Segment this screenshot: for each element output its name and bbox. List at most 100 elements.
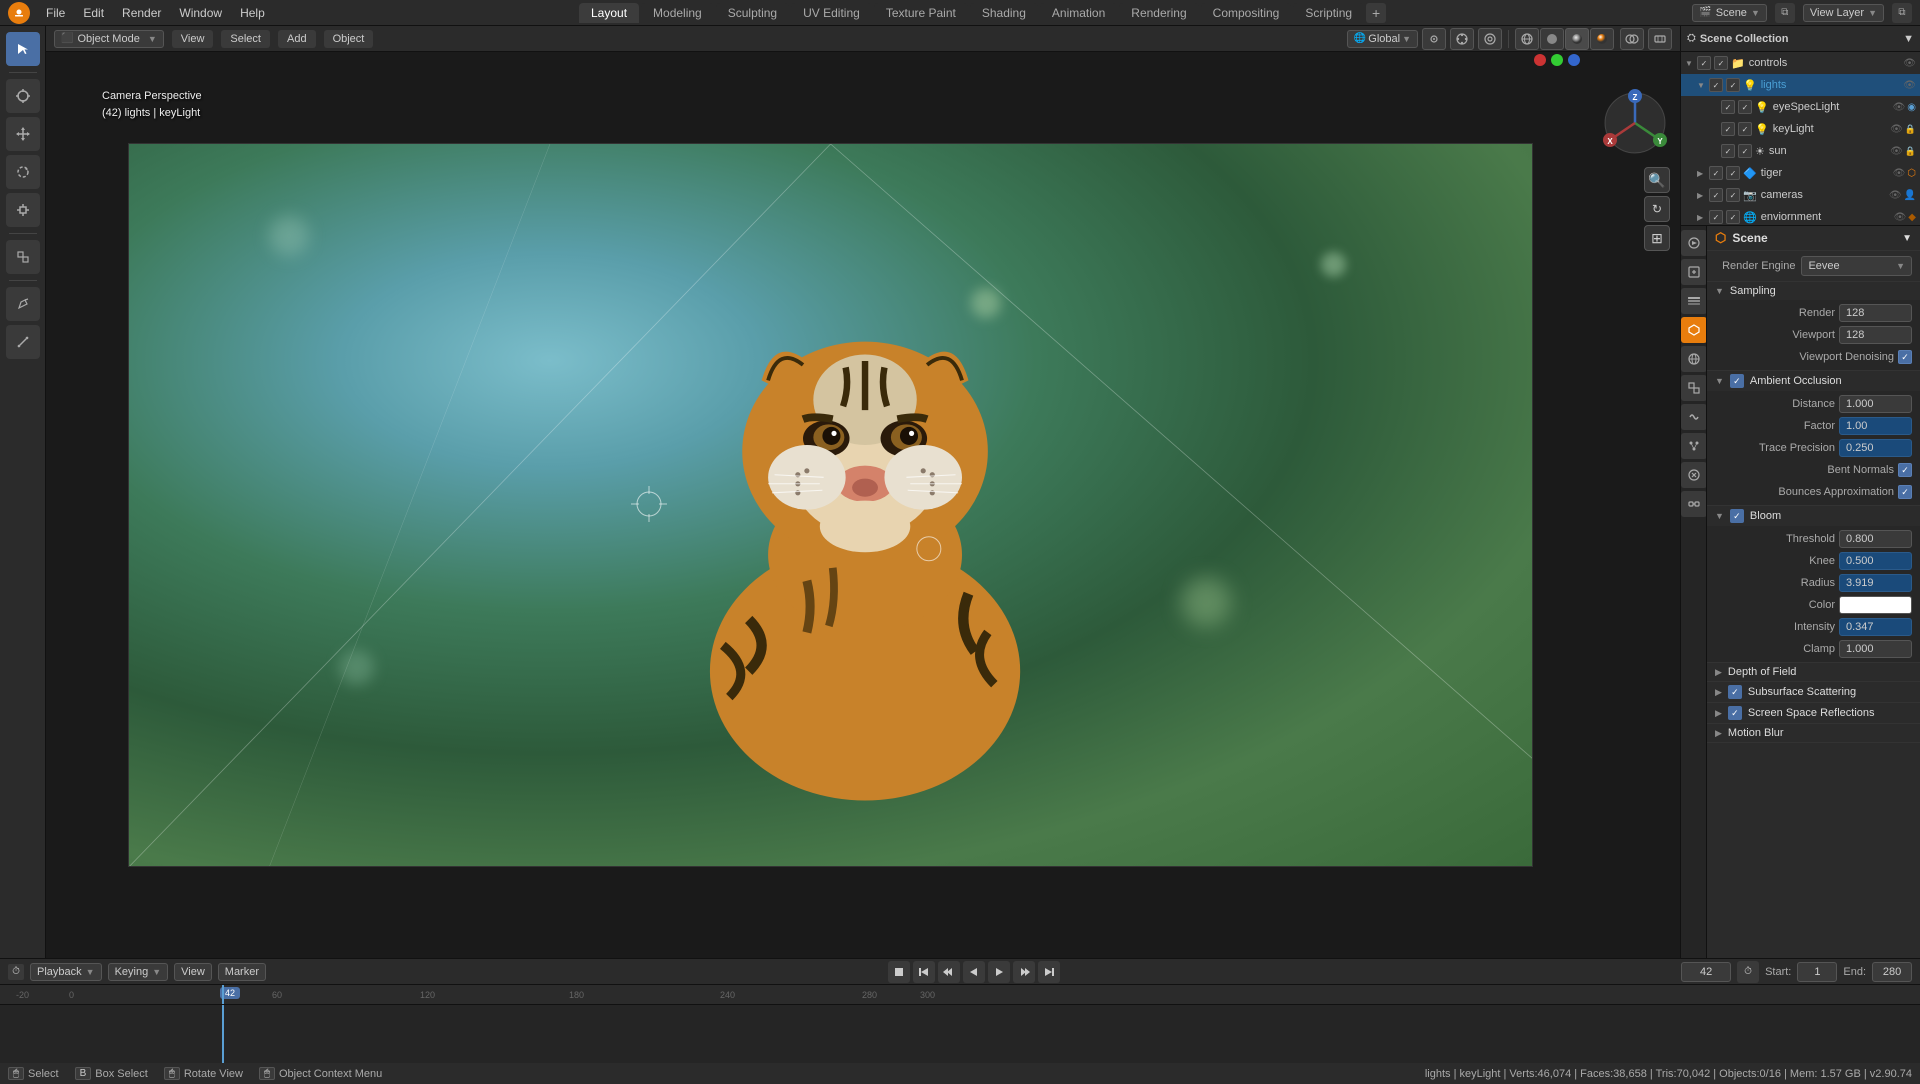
ssr-header[interactable]: ▶ ✓ Screen Space Reflections [1707, 703, 1920, 723]
workspace-tab-uv-editing[interactable]: UV Editing [791, 3, 872, 23]
blender-logo[interactable] [8, 2, 30, 24]
viewport-value-field[interactable]: 128 [1839, 326, 1912, 344]
rendered-shading-btn[interactable] [1590, 28, 1614, 50]
sampling-header[interactable]: ▼ Sampling [1707, 282, 1920, 300]
start-frame-input[interactable]: 1 [1797, 962, 1837, 982]
select-tool[interactable] [6, 32, 40, 66]
solid-shading-btn[interactable] [1540, 28, 1564, 50]
color-swatch[interactable] [1839, 596, 1912, 614]
viewport-view-menu[interactable]: View [172, 30, 214, 48]
nav-gizmo[interactable]: Z Y X [1600, 88, 1670, 158]
props-tab-modifiers[interactable] [1681, 404, 1707, 430]
menu-file[interactable]: File [38, 4, 73, 22]
eyespec-checkbox[interactable]: ✓ [1721, 100, 1735, 114]
outliner-item-controls[interactable]: ▼ ✓ ✓ 📁 controls 👁 [1681, 52, 1920, 74]
workspace-tab-texture-paint[interactable]: Texture Paint [874, 3, 968, 23]
props-tab-scene[interactable] [1681, 317, 1707, 343]
sss-enable-checkbox[interactable]: ✓ [1728, 685, 1742, 699]
bloom-enable-checkbox[interactable]: ✓ [1730, 509, 1744, 523]
step-back-btn[interactable] [938, 961, 960, 983]
scale-tool[interactable] [6, 193, 40, 227]
intensity-value-field[interactable]: 0.347 [1839, 618, 1912, 636]
motion-blur-header[interactable]: ▶ Motion Blur [1707, 724, 1920, 742]
jump-to-start-btn[interactable] [913, 961, 935, 983]
sun-eye-icon[interactable]: 👁 [1890, 146, 1903, 157]
viewport-denoising-checkbox[interactable]: ✓ [1898, 350, 1912, 364]
lights-eye-icon[interactable]: 👁 [1903, 80, 1916, 91]
workspace-tab-layout[interactable]: Layout [579, 3, 639, 23]
current-frame-input[interactable]: 42 [1681, 962, 1731, 982]
workspace-tab-compositing[interactable]: Compositing [1201, 3, 1292, 23]
radius-value-field[interactable]: 3.919 [1839, 574, 1912, 592]
subsurface-header[interactable]: ▶ ✓ Subsurface Scattering [1707, 682, 1920, 702]
workspace-tab-animation[interactable]: Animation [1040, 3, 1117, 23]
proportional-editing-toggle[interactable] [1478, 28, 1502, 50]
knee-value-field[interactable]: 0.500 [1839, 552, 1912, 570]
eyespec-checkbox-2[interactable]: ✓ [1738, 100, 1752, 114]
lights-checkbox-2[interactable]: ✓ [1726, 78, 1740, 92]
outliner-item-tiger[interactable]: ▶ ✓ ✓ 🔷 tiger 👁 ⬡ [1681, 162, 1920, 184]
factor-value-field[interactable]: 1.00 [1839, 417, 1912, 435]
snap-toggle[interactable] [1450, 28, 1474, 50]
timeline-view-btn[interactable]: View [174, 963, 212, 981]
cameras-checkbox-2[interactable]: ✓ [1726, 188, 1740, 202]
keylight-eye-icon[interactable]: 👁 [1890, 124, 1903, 135]
outliner-item-cameras[interactable]: ▶ ✓ ✓ 📷 cameras 👁 👤 [1681, 184, 1920, 206]
timeline-panel-icon[interactable]: ⏱ [8, 964, 24, 980]
outliner-item-lights[interactable]: ▼ ✓ ✓ 💡 lights 👁 [1681, 74, 1920, 96]
view-layer-copy-button[interactable]: ⧉ [1892, 3, 1912, 23]
play-back-btn[interactable] [963, 961, 985, 983]
perspective-toggle-btn[interactable]: ⊞ [1644, 225, 1670, 251]
outliner-item-keylight[interactable]: ✓ ✓ 💡 keyLight 👁 🔒 [1681, 118, 1920, 140]
workspace-tab-scripting[interactable]: Scripting [1293, 3, 1364, 23]
scene-selector[interactable]: 🎬 Scene ▼ [1692, 4, 1767, 22]
viewport-canvas[interactable]: Camera Perspective (42) lights | keyLigh… [46, 52, 1680, 958]
add-workspace-button[interactable]: + [1366, 3, 1386, 23]
sun-checkbox-2[interactable]: ✓ [1738, 144, 1752, 158]
tiger-checkbox-2[interactable]: ✓ [1726, 166, 1740, 180]
xray-btn[interactable] [1648, 28, 1672, 50]
viewport-object-menu[interactable]: Object [324, 30, 374, 48]
eyespec-eye-icon[interactable]: 👁 [1893, 102, 1906, 113]
workspace-tab-modeling[interactable]: Modeling [641, 3, 714, 23]
viewport-select-menu[interactable]: Select [221, 30, 270, 48]
timing-icon[interactable]: ⏱ [1737, 961, 1759, 983]
controls-checkbox-2[interactable]: ✓ [1714, 56, 1728, 70]
annotate-tool[interactable] [6, 287, 40, 321]
outliner-item-environment[interactable]: ▶ ✓ ✓ 🌐 enviornment 👁 ◆ [1681, 206, 1920, 225]
menu-render[interactable]: Render [114, 4, 169, 22]
workspace-tab-shading[interactable]: Shading [970, 3, 1038, 23]
trace-precision-value-field[interactable]: 0.250 [1839, 439, 1912, 457]
workspace-tab-rendering[interactable]: Rendering [1119, 3, 1198, 23]
overlay-btn[interactable] [1620, 28, 1644, 50]
bloom-header[interactable]: ▼ ✓ Bloom [1707, 506, 1920, 526]
outliner-filter-icon[interactable]: ▼ [1903, 33, 1914, 45]
transform-space-selector[interactable]: 🌐 Global ▼ [1347, 30, 1418, 48]
transform-tool[interactable] [6, 240, 40, 274]
tiger-eye-icon[interactable]: 👁 [1893, 168, 1906, 179]
sun-checkbox[interactable]: ✓ [1721, 144, 1735, 158]
props-tab-constraints[interactable] [1681, 491, 1707, 517]
viewport-add-menu[interactable]: Add [278, 30, 316, 48]
marker-btn[interactable]: Marker [218, 963, 266, 981]
stop-btn[interactable] [888, 961, 910, 983]
render-value-field[interactable]: 128 [1839, 304, 1912, 322]
mode-selector[interactable]: ⬛ Object Mode ▼ [54, 30, 164, 48]
controls-checkbox[interactable]: ✓ [1697, 56, 1711, 70]
orbit-btn[interactable]: ↻ [1644, 196, 1670, 222]
move-tool[interactable] [6, 117, 40, 151]
env-checkbox[interactable]: ✓ [1709, 210, 1723, 224]
depth-of-field-header[interactable]: ▶ Depth of Field [1707, 663, 1920, 681]
material-preview-btn[interactable] [1565, 28, 1589, 50]
rotate-tool[interactable] [6, 155, 40, 189]
jump-to-end-btn[interactable] [1038, 961, 1060, 983]
cameras-checkbox[interactable]: ✓ [1709, 188, 1723, 202]
cameras-eye-icon[interactable]: 👁 [1889, 190, 1902, 201]
env-eye-icon[interactable]: 👁 [1894, 212, 1907, 223]
end-frame-input[interactable]: 280 [1872, 962, 1912, 982]
view-layer-selector[interactable]: View Layer ▼ [1803, 4, 1884, 22]
menu-help[interactable]: Help [232, 4, 273, 22]
tiger-checkbox[interactable]: ✓ [1709, 166, 1723, 180]
env-checkbox-2[interactable]: ✓ [1726, 210, 1740, 224]
playback-btn[interactable]: Playback ▼ [30, 963, 102, 981]
